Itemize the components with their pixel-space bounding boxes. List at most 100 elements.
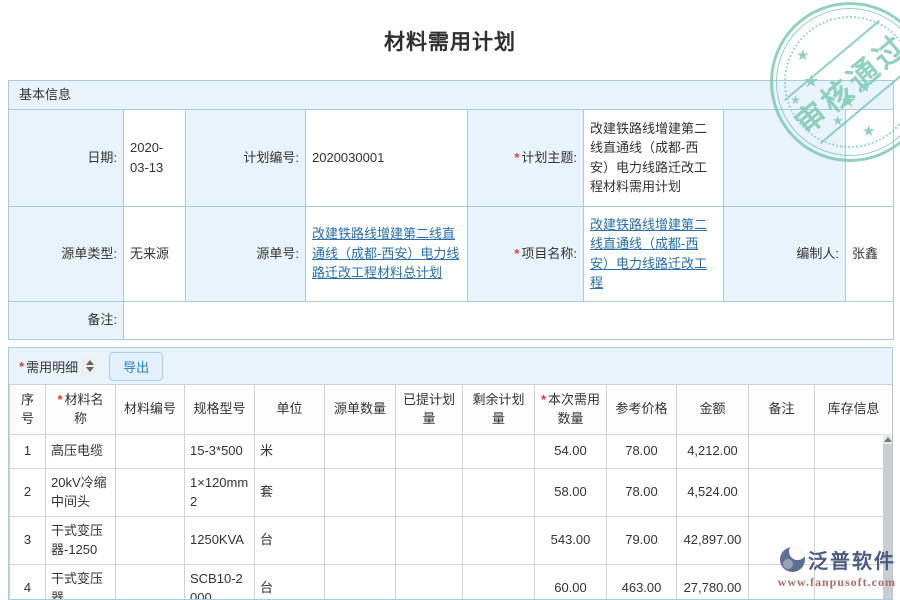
table-cell [325,469,396,517]
table-cell [396,469,463,517]
column-header: 剩余计划量 [463,385,535,435]
details-table: 序号*材料名称材料编号规格型号单位源单数量已提计划量剩余计划量*本次需用数量参考… [9,384,893,600]
empty-value-cell [846,109,894,206]
required-asterisk: * [514,246,519,261]
column-header: *本次需用数量 [535,385,607,435]
table-cell: 干式变压器-1250 [46,517,116,565]
column-header: 库存信息 [815,385,893,435]
column-header: 规格型号 [185,385,255,435]
table-cell [463,565,535,600]
table-cell: 79.00 [607,517,677,565]
table-cell [116,565,185,600]
table-cell: SCB10-2000 [185,565,255,600]
date-label: 日期: [9,109,124,206]
project-name-link[interactable]: 改建铁路线增建第二线直通线（成都-西安）电力线路迁改工程 [590,217,707,291]
table-cell: 台 [255,517,325,565]
scrollbar-thumb[interactable] [883,444,892,599]
table-cell: 台 [255,565,325,600]
table-cell [815,469,893,517]
table-cell [815,565,893,600]
column-header: *材料名称 [46,385,116,435]
basic-info-section-header: 基本信息 [9,81,894,110]
table-cell [463,469,535,517]
table-cell: 高压电缆 [46,435,116,469]
table-cell: 1×120mm2 [185,469,255,517]
table-cell [749,435,815,469]
table-cell [396,435,463,469]
table-row: 4干式变压器 SCB10-2000台 60.00463.0027,780.00 [10,565,893,600]
details-body: 1高压电缆15-3*500米54.0078.004,212.00220kV冷缩中… [10,435,893,600]
column-header: 备注 [749,385,815,435]
table-cell: 1250KVA [185,517,255,565]
table-cell [749,517,815,565]
remark-value [124,301,894,339]
vertical-scrollbar[interactable] [883,434,892,599]
details-toolbar: * 需用明细 导出 [9,348,892,384]
table-cell [463,517,535,565]
subject-label: *计划主题: [468,109,584,206]
required-asterisk: * [19,359,24,374]
table-cell: 54.00 [535,435,607,469]
source-number-label: 源单号: [186,206,306,301]
table-cell: 2 [10,469,46,517]
table-cell [116,435,185,469]
page-title: 材料需用计划 [0,0,900,56]
table-cell: 42,897.00 [677,517,749,565]
details-header-row: 序号*材料名称材料编号规格型号单位源单数量已提计划量剩余计划量*本次需用数量参考… [10,385,893,435]
plan-number-value: 2020030001 [306,109,468,206]
table-cell: 60.00 [535,565,607,600]
table-cell: 套 [255,469,325,517]
column-header: 单位 [255,385,325,435]
sort-icon[interactable] [82,356,97,376]
table-cell: 干式变压器 [46,565,116,600]
source-type-value: 无来源 [124,206,186,301]
compiler-value: 张鑫 [846,206,894,301]
remark-label: 备注: [9,301,124,339]
details-section-title: 需用明细 [26,357,78,376]
project-name-value: 改建铁路线增建第二线直通线（成都-西安）电力线路迁改工程 [584,206,724,301]
table-cell: 1 [10,435,46,469]
export-button[interactable]: 导出 [109,352,163,381]
table-cell: 4 [10,565,46,600]
table-cell: 4,524.00 [677,469,749,517]
basic-info-table: 基本信息 日期: 2020-03-13 计划编号: 2020030001 *计划… [8,80,894,340]
table-cell: 78.00 [607,435,677,469]
table-cell: 78.00 [607,469,677,517]
subject-value: 改建铁路线增建第二线直通线（成都-西安）电力线路迁改工程材料需用计划 [584,109,724,206]
table-cell [815,517,893,565]
column-header: 参考价格 [607,385,677,435]
sort-down-arrow-icon [86,367,94,372]
table-cell [325,517,396,565]
table-cell: 543.00 [535,517,607,565]
table-cell [749,565,815,600]
column-header: 金额 [677,385,749,435]
compiler-label: 编制人: [724,206,846,301]
table-cell [396,517,463,565]
source-number-value: 改建铁路线增建第二线直通线（成都-西安）电力线路迁改工程材料总计划 [306,206,468,301]
scroll-up-arrow-icon[interactable] [884,437,892,442]
table-cell: 20kV冷缩中间头 [46,469,116,517]
plan-number-label: 计划编号: [186,109,306,206]
table-cell: 58.00 [535,469,607,517]
table-cell: 27,780.00 [677,565,749,600]
table-cell [116,517,185,565]
table-cell: 15-3*500 [185,435,255,469]
table-cell [116,469,185,517]
table-cell [815,435,893,469]
source-number-link[interactable]: 改建铁路线增建第二线直通线（成都-西安）电力线路迁改工程材料总计划 [312,226,459,280]
table-cell: 463.00 [607,565,677,600]
sort-up-arrow-icon [86,360,94,365]
column-header: 源单数量 [325,385,396,435]
date-value: 2020-03-13 [124,109,186,206]
details-section: * 需用明细 导出 序号*材料名称材料编号规格型号单位源单数量已提计划量剩余计划… [8,347,893,600]
empty-label-cell [724,109,846,206]
table-cell [396,565,463,600]
table-row: 220kV冷缩中间头 1×120mm2套 58.0078.004,524.00 [10,469,893,517]
table-cell: 3 [10,517,46,565]
table-cell [325,565,396,600]
source-type-label: 源单类型: [9,206,124,301]
table-cell [749,469,815,517]
table-cell [463,435,535,469]
table-cell: 4,212.00 [677,435,749,469]
table-cell: 米 [255,435,325,469]
